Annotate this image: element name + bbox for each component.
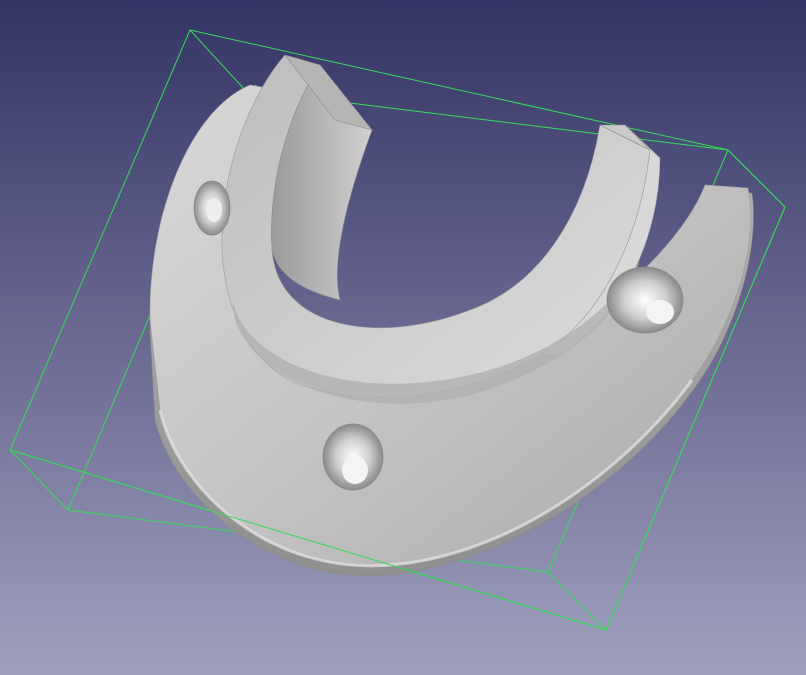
countersunk-hole-right — [606, 266, 684, 334]
viewport-canvas[interactable] — [0, 0, 806, 675]
countersunk-hole-bottom — [322, 423, 384, 491]
countersunk-hole-left — [193, 180, 231, 236]
3d-viewport[interactable] — [0, 0, 806, 675]
